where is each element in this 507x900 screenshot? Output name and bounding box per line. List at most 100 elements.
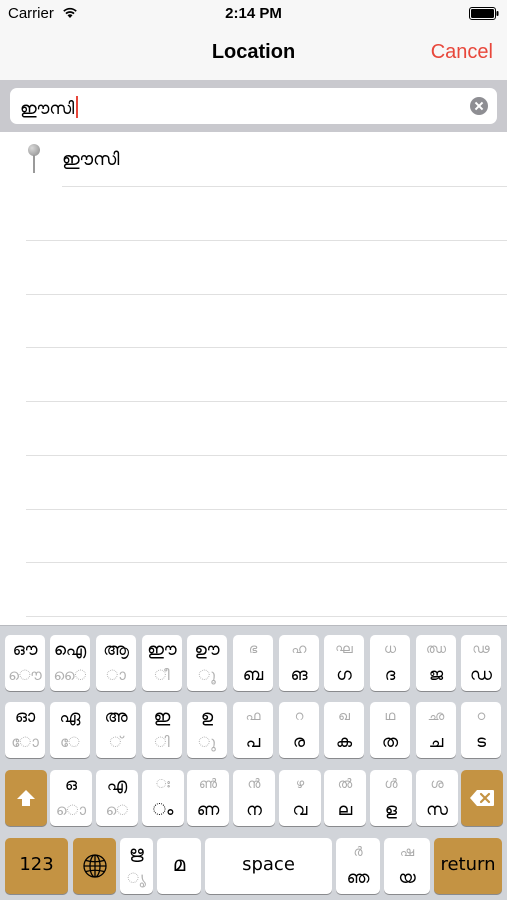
shift-key[interactable] — [5, 770, 47, 826]
search-input-value: ഈസി — [20, 99, 75, 119]
key[interactable]: ശസ — [416, 770, 458, 826]
key-secondary: ൊ — [55, 801, 87, 819]
key-primary: ഇ — [153, 707, 171, 727]
key[interactable]: മ — [157, 838, 201, 894]
key-primary: ദ — [384, 665, 396, 685]
key-secondary: ഛ — [427, 709, 445, 724]
row-divider — [26, 509, 507, 510]
key-primary: ങ — [290, 665, 308, 685]
key[interactable]: ൺണ — [187, 770, 229, 826]
shift-icon — [17, 790, 35, 806]
key[interactable]: ഉു — [187, 702, 227, 758]
key-primary: ബ — [242, 665, 264, 685]
key-primary: ഊ — [194, 640, 220, 660]
key[interactable]: ഢഡ — [461, 635, 501, 691]
row-divider — [26, 347, 507, 348]
key[interactable]: ൻന — [233, 770, 275, 826]
key-secondary: ൾ — [384, 777, 398, 792]
key-secondary: െ — [105, 801, 129, 819]
space-key[interactable]: space — [205, 838, 332, 894]
key[interactable]: അ് — [96, 702, 136, 758]
key[interactable]: ആാ — [96, 635, 136, 691]
key[interactable]: ഋൃ — [120, 838, 153, 894]
key[interactable]: ഓോ — [5, 702, 45, 758]
list-item[interactable]: ഈസി — [0, 132, 507, 186]
key-primary: യ — [398, 868, 416, 888]
status-time: 2:14 PM — [225, 5, 282, 22]
battery-icon — [469, 7, 499, 20]
row-divider — [62, 186, 507, 187]
key-primary: അ — [104, 707, 128, 727]
key[interactable]: ഊൂ — [187, 635, 227, 691]
key[interactable]: ഥത — [370, 702, 410, 758]
row-divider — [26, 401, 507, 402]
key-secondary: േ — [59, 733, 81, 751]
key[interactable]: ഒൊ — [50, 770, 92, 826]
key-secondary: ധ — [383, 642, 397, 657]
key-primary: മ — [172, 852, 186, 876]
cancel-button[interactable]: Cancel — [431, 41, 493, 64]
key[interactable]: ഫപ — [233, 702, 273, 758]
key-secondary: ൃ — [127, 869, 146, 887]
globe-key[interactable] — [73, 838, 116, 894]
key[interactable]: ഭബ — [233, 635, 273, 691]
status-bar: Carrier 2:14 PM — [0, 0, 507, 28]
key-primary: ഞ — [346, 868, 370, 888]
key[interactable]: ഹങ — [279, 635, 319, 691]
key[interactable]: ഔൌ — [5, 635, 45, 691]
key[interactable]: ഐൈ — [50, 635, 90, 691]
key-primary: ഐ — [53, 640, 87, 660]
results-list: ഈസി — [0, 132, 507, 625]
key[interactable]: ഃം — [142, 770, 184, 826]
key-primary: ള — [384, 800, 398, 820]
key-secondary: ഫ — [245, 709, 261, 724]
key[interactable]: ർഞ — [336, 838, 380, 894]
key-primary: ഉ — [200, 707, 214, 727]
key-secondary: ാ — [106, 666, 126, 684]
key[interactable]: ഝജ — [416, 635, 456, 691]
key[interactable]: ഇി — [142, 702, 182, 758]
key-primary: ജ — [428, 665, 444, 685]
key[interactable]: എെ — [96, 770, 138, 826]
key-primary: ഓ — [14, 707, 36, 727]
numbers-key[interactable]: 123 — [5, 838, 68, 894]
key[interactable]: ൾള — [370, 770, 412, 826]
key-primary: ഈ — [147, 640, 177, 660]
key[interactable]: ഖക — [324, 702, 364, 758]
key-secondary: ൺ — [198, 777, 218, 792]
row-divider — [26, 294, 507, 295]
key[interactable]: ഘഗ — [324, 635, 364, 691]
key[interactable]: ധദ — [370, 635, 410, 691]
key-primary: സ — [426, 800, 448, 820]
key-primary: ട — [475, 732, 486, 752]
key-primary: എ — [106, 775, 128, 795]
key[interactable]: ഴവ — [279, 770, 321, 826]
key-secondary: ു — [198, 733, 216, 751]
key-secondary: ഖ — [338, 709, 350, 724]
key[interactable]: ഈീ — [142, 635, 182, 691]
row-divider — [26, 240, 507, 241]
key-primary: ം — [152, 800, 174, 820]
key-primary: വ — [292, 800, 308, 820]
clear-icon[interactable] — [470, 97, 488, 115]
key[interactable]: ഛച — [416, 702, 456, 758]
key[interactable]: ൽല — [324, 770, 366, 826]
key-secondary: ഷ — [399, 845, 415, 860]
key[interactable]: ഷയ — [384, 838, 430, 894]
key[interactable]: റര — [279, 702, 319, 758]
key-secondary: ഴ — [295, 777, 305, 792]
backspace-icon — [470, 790, 494, 806]
return-key[interactable]: return — [434, 838, 502, 894]
return-key-label: return — [440, 854, 496, 875]
key-primary: ഏ — [59, 707, 81, 727]
backspace-key[interactable] — [461, 770, 503, 826]
key[interactable]: ഠട — [461, 702, 501, 758]
key-secondary: ഘ — [335, 642, 353, 657]
globe-icon — [82, 854, 107, 878]
key-primary: ആ — [103, 640, 129, 660]
key[interactable]: ഏേ — [50, 702, 90, 758]
search-input[interactable]: ഈസി — [10, 88, 497, 124]
key-secondary: ൻ — [247, 777, 261, 792]
key-secondary: ൽ — [337, 777, 353, 792]
key-secondary: ഭ — [248, 642, 258, 657]
